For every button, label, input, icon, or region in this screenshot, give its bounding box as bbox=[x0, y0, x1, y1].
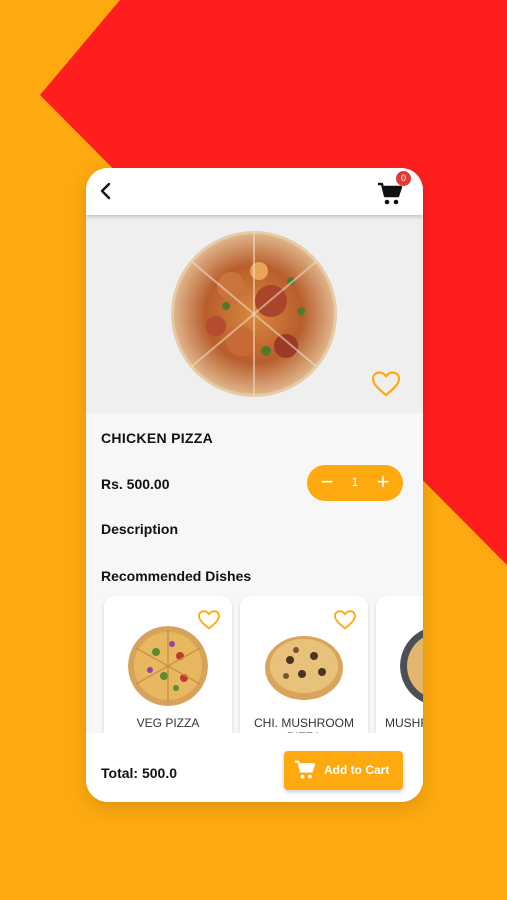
quantity-stepper: − 1 + bbox=[307, 465, 403, 501]
mushroom-pizza-image bbox=[400, 626, 423, 706]
cart-icon[interactable] bbox=[377, 182, 403, 206]
description-heading: Description bbox=[101, 521, 179, 537]
recommended-card[interactable]: VEG PIZZA bbox=[104, 596, 232, 733]
decrease-quantity-button[interactable]: − bbox=[317, 471, 337, 495]
quantity-value: 1 bbox=[351, 475, 359, 489]
heart-outline-icon[interactable] bbox=[198, 610, 220, 630]
cart-icon bbox=[295, 760, 316, 779]
heart-outline-icon[interactable] bbox=[334, 610, 356, 630]
recommended-card[interactable]: CHI. MUSHROOM PIZZA bbox=[240, 596, 368, 733]
recommended-heading: Recommended Dishes bbox=[101, 568, 252, 584]
chicken-pizza-image bbox=[171, 231, 337, 397]
product-name: CHICKEN PIZZA bbox=[101, 430, 214, 446]
recommended-card[interactable]: MUSHROOM PIZZA bbox=[376, 596, 423, 733]
chicken-mushroom-pizza-image bbox=[264, 626, 344, 706]
product-image-area bbox=[86, 215, 423, 413]
product-detail-screen: 0 CHICKEN PIZZA Rs. 500.00 − 1 + Descrip… bbox=[86, 168, 423, 802]
top-bar: 0 bbox=[86, 168, 423, 215]
recommended-name: MUSHROOM PIZZA bbox=[385, 716, 423, 730]
add-to-cart-button[interactable]: Add to Cart bbox=[284, 751, 403, 790]
recommended-name: CHI. MUSHROOM PIZZA bbox=[254, 716, 354, 733]
recommended-name: VEG PIZZA bbox=[136, 716, 200, 730]
cart-count-badge: 0 bbox=[396, 171, 411, 186]
product-details: CHICKEN PIZZA Rs. 500.00 − 1 + Descripti… bbox=[86, 413, 423, 733]
add-to-cart-label: Add to Cart bbox=[324, 763, 390, 777]
product-price: Rs. 500.00 bbox=[101, 476, 170, 492]
veg-pizza-image bbox=[128, 626, 208, 706]
increase-quantity-button[interactable]: + bbox=[373, 471, 393, 495]
recommended-list[interactable]: VEG PIZZA CHI. MUSHROOM PIZZA bbox=[86, 596, 423, 733]
heart-outline-icon[interactable] bbox=[372, 371, 400, 397]
total-price: Total: 500.0 bbox=[101, 765, 177, 781]
checkout-bar: Total: 500.0 Add to Cart bbox=[86, 733, 423, 802]
chevron-left-icon[interactable] bbox=[96, 180, 118, 202]
